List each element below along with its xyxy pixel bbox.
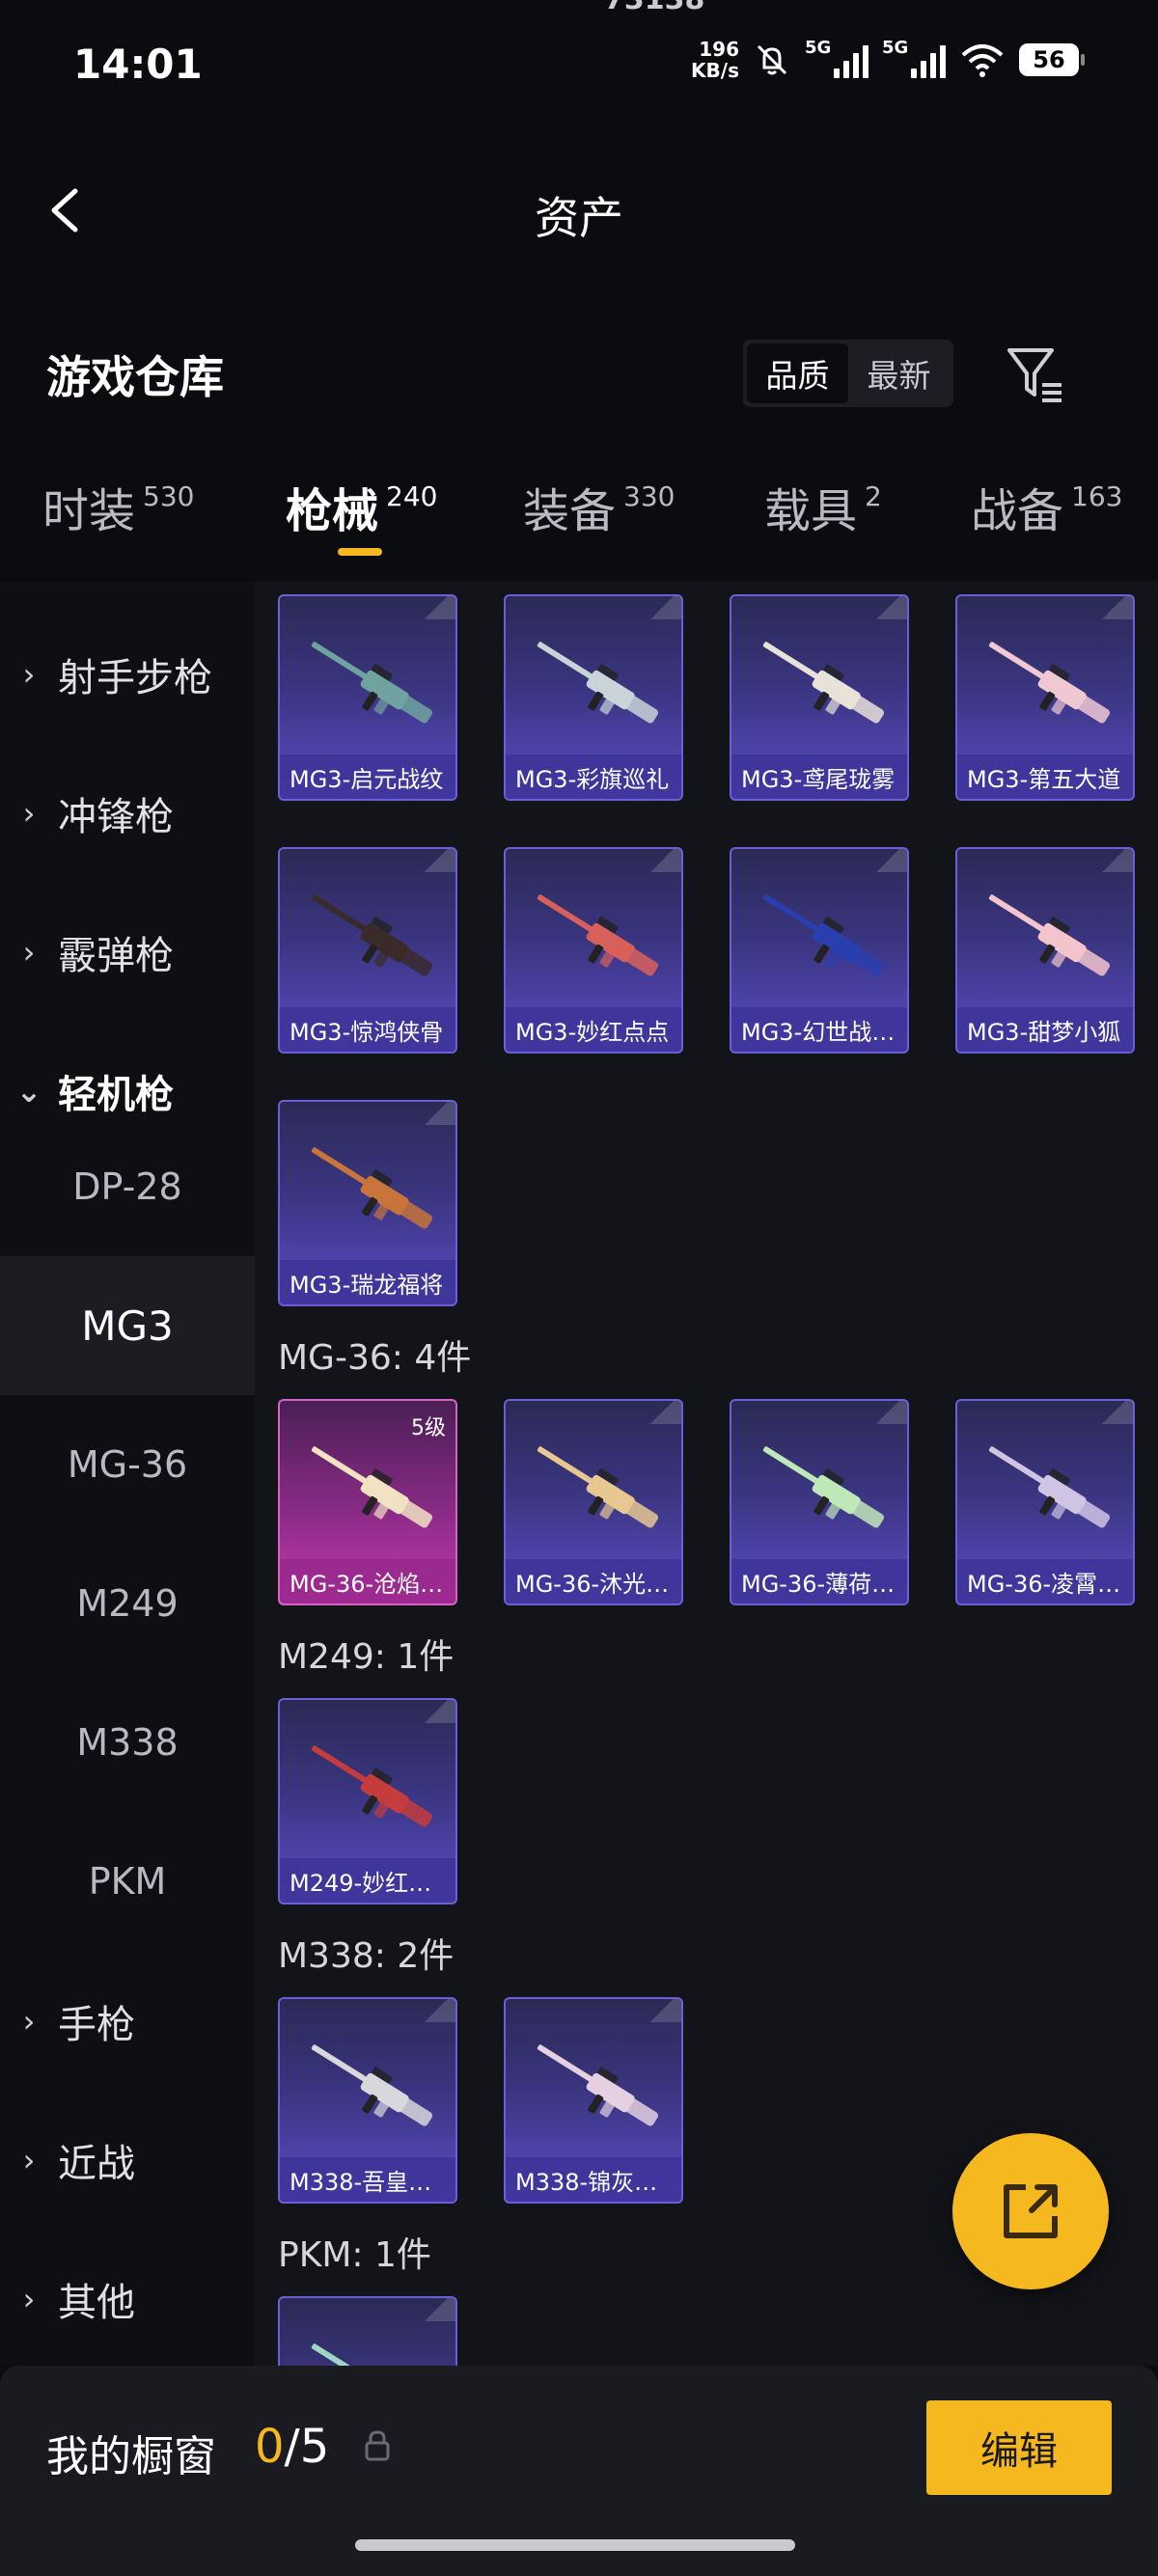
sidebar-sub-pkm[interactable]: PKM: [0, 1812, 255, 1951]
weapon-image: [988, 894, 1111, 976]
weapon-image: [988, 642, 1111, 724]
chevron-right-icon: ›: [22, 934, 36, 971]
chevron-right-icon: ›: [22, 2142, 36, 2179]
status-top-text: 73138: [604, 0, 704, 16]
weapon-image: [311, 1446, 433, 1528]
sidebar-item-shotgun[interactable]: › 霰弹枪: [0, 909, 255, 996]
warehouse-title: 游戏仓库: [46, 351, 224, 403]
status-bar: 73138 14:01 196 KB/s 5G 5G 56: [0, 0, 1158, 125]
weapon-card[interactable]: [278, 2296, 457, 2366]
sidebar-sub-mg36[interactable]: MG-36: [0, 1395, 255, 1534]
weapon-card[interactable]: MG3-启元战纹: [278, 594, 457, 801]
weapon-image: [762, 1446, 885, 1528]
weapon-card[interactable]: MG3-第五大道: [955, 594, 1135, 801]
sort-toggle: 品质 最新: [743, 340, 953, 407]
signal-icon-sim1: 5G: [805, 38, 868, 78]
tab-supplies[interactable]: 战备 163: [971, 473, 1122, 540]
weapon-image: [537, 1446, 659, 1528]
chevron-down-icon: ⌄: [15, 1073, 42, 1110]
weapon-image: [537, 642, 659, 724]
weapon-image: [762, 642, 885, 724]
edit-button[interactable]: 编辑: [926, 2400, 1112, 2495]
active-tab-indicator: [338, 548, 382, 556]
signal-icon-sim2: 5G: [882, 38, 946, 78]
weapon-category-sidebar: › 射手步枪 › 冲锋枪 › 霰弹枪 ⌄ 轻机枪 DP-28 MG3 MG-36 M24…: [0, 581, 255, 2366]
weapon-card[interactable]: MG3-瑞龙福将: [278, 1100, 457, 1306]
sidebar-item-other[interactable]: › 其他: [0, 2256, 255, 2343]
weapon-card[interactable]: MG3-幻世战…: [730, 847, 909, 1054]
chevron-right-icon: ›: [22, 2281, 36, 2317]
sidebar-item-smg[interactable]: › 冲锋枪: [0, 770, 255, 857]
tab-fashion[interactable]: 时装 530: [42, 473, 194, 540]
weapon-card[interactable]: MG3-甜梦小狐: [955, 847, 1135, 1054]
weapon-image: [311, 894, 433, 976]
battery-icon: 56: [1019, 43, 1085, 76]
category-tabs: 时装 530 枪械 240 装备 330 载具 2 战备 163: [0, 473, 1158, 569]
showcase-count: 0/5: [255, 2420, 330, 2474]
sidebar-sub-mg3[interactable]: MG3: [0, 1256, 255, 1395]
weapon-image: [988, 1446, 1111, 1528]
sidebar-sub-m338[interactable]: M338: [0, 1673, 255, 1812]
item-grid: MG3-启元战纹 MG3-彩旗巡礼 MG3-鸢尾珑雾 MG3-第五大道 MG3-…: [255, 581, 1158, 2366]
weapon-card[interactable]: M338-吾皇…: [278, 1997, 457, 2204]
weapon-image: [311, 2343, 371, 2366]
weapon-card[interactable]: M338-锦灰…: [504, 1997, 683, 2204]
tab-firearms[interactable]: 枪械 240: [286, 473, 437, 540]
sidebar-item-marksman-rifle[interactable]: › 射手步枪: [0, 631, 255, 718]
sort-option-newest[interactable]: 最新: [848, 343, 950, 403]
weapon-card[interactable]: MG-36-薄荷…: [730, 1399, 909, 1605]
chevron-right-icon: ›: [22, 2003, 36, 2040]
network-speed: 196 KB/s: [691, 38, 739, 82]
showcase-label: 我的橱窗: [46, 2432, 216, 2481]
sidebar-sub-dp28[interactable]: DP-28: [0, 1117, 255, 1256]
weapon-card[interactable]: M249-妙红…: [278, 1698, 457, 1905]
weapon-card[interactable]: MG3-鸢尾珑雾: [730, 594, 909, 801]
group-label-pkm: PKM: 1件: [278, 2235, 431, 2275]
app-header: 资产: [0, 164, 1158, 251]
weapon-image: [311, 1745, 433, 1827]
status-time: 14:01: [73, 41, 203, 88]
sidebar-sub-m249[interactable]: M249: [0, 1534, 255, 1673]
weapon-image: [537, 894, 659, 976]
group-label-mg36: MG-36: 4件: [278, 1338, 472, 1378]
share-export-icon: [1004, 2184, 1058, 2238]
sidebar-item-melee[interactable]: › 近战: [0, 2117, 255, 2204]
sidebar-item-pistol[interactable]: › 手枪: [0, 1978, 255, 2065]
page-title: 资产: [535, 192, 623, 244]
home-indicator[interactable]: [355, 2539, 795, 2551]
weapon-card[interactable]: 5级 MG-36-沧焰…: [278, 1399, 457, 1605]
sort-option-quality[interactable]: 品质: [747, 343, 848, 403]
weapon-card[interactable]: MG3-惊鸿侠骨: [278, 847, 457, 1054]
wifi-icon: [961, 44, 1004, 77]
weapon-card[interactable]: MG3-彩旗巡礼: [504, 594, 683, 801]
mute-bell-icon: [757, 44, 787, 75]
weapon-image: [311, 642, 433, 724]
weapon-card[interactable]: MG3-妙红点点: [504, 847, 683, 1054]
lock-icon: [365, 2430, 390, 2461]
weapon-image: [311, 2044, 433, 2126]
chevron-right-icon: ›: [22, 656, 36, 693]
tab-vehicles[interactable]: 载具 2: [764, 473, 882, 540]
filter-icon[interactable]: [1004, 343, 1067, 406]
weapon-card[interactable]: MG-36-沐光…: [504, 1399, 683, 1605]
weapon-image: [311, 1147, 433, 1229]
group-label-m338: M338: 2件: [278, 1936, 455, 1976]
tab-equipment[interactable]: 装备 330: [523, 473, 675, 540]
share-fab-button[interactable]: [952, 2133, 1109, 2289]
group-label-m249: M249: 1件: [278, 1637, 455, 1677]
chevron-right-icon: ›: [22, 795, 36, 832]
weapon-image: [762, 894, 885, 976]
weapon-card[interactable]: MG-36-凌霄…: [955, 1399, 1135, 1605]
weapon-image: [537, 2044, 659, 2126]
